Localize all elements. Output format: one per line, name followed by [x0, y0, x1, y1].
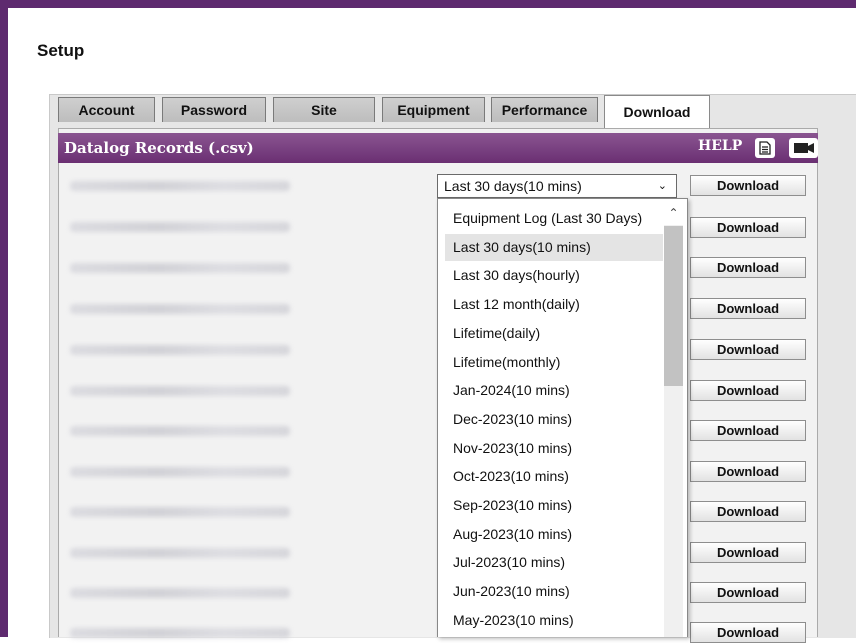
period-dropdown-list[interactable]: Equipment Log (Last 30 Days) Last 30 days…: [437, 198, 688, 637]
device-name-blurred: [70, 345, 290, 355]
help-link[interactable]: HELP: [698, 138, 742, 154]
download-button[interactable]: Download: [690, 257, 806, 278]
tab-equipment[interactable]: Equipment: [382, 97, 485, 122]
download-button[interactable]: Download: [690, 461, 806, 482]
device-name-blurred: [70, 426, 290, 436]
device-name-blurred: [70, 222, 290, 232]
device-name-blurred: [70, 507, 290, 517]
download-button[interactable]: Download: [690, 582, 806, 603]
dropdown-option[interactable]: Lifetime(monthly): [445, 349, 663, 376]
device-name-blurred: [70, 467, 290, 477]
dropdown-option[interactable]: Oct-2023(10 mins): [445, 463, 663, 490]
dropdown-option[interactable]: Last 30 days(10 mins): [445, 233, 663, 261]
panel-title: Datalog Records (.csv): [64, 139, 254, 157]
video-camera-icon[interactable]: [789, 138, 818, 158]
tab-site[interactable]: Site: [273, 97, 375, 122]
document-icon[interactable]: [755, 138, 775, 158]
page-title: Setup: [37, 41, 85, 60]
dropdown-option[interactable]: Equipment Log (Last 30 Days): [445, 205, 663, 232]
device-name-blurred: [70, 588, 290, 598]
dropdown-option[interactable]: Jul-2023(10 mins): [445, 549, 663, 576]
tab-password[interactable]: Password: [162, 97, 266, 122]
download-button[interactable]: Download: [690, 420, 806, 441]
dropdown-option[interactable]: Lifetime(daily): [445, 320, 663, 347]
device-name-blurred: [70, 304, 290, 314]
device-name-blurred: [70, 386, 290, 396]
dropdown-option[interactable]: Aug-2023(10 mins): [445, 521, 663, 548]
dropdown-scrollbar-thumb[interactable]: [664, 226, 683, 386]
dropdown-option[interactable]: Last 30 days(hourly): [445, 262, 663, 289]
device-name-blurred: [70, 181, 290, 191]
chevron-down-icon: ⌄: [657, 180, 667, 192]
dropdown-option[interactable]: Nov-2023(10 mins): [445, 435, 663, 462]
datalog-period-select[interactable]: Last 30 days(10 mins) ⌄: [437, 174, 677, 198]
device-name-blurred: [70, 263, 290, 273]
dropdown-option[interactable]: Jan-2024(10 mins): [445, 377, 663, 404]
panel-header: Datalog Records (.csv) HELP: [58, 133, 818, 163]
dropdown-option[interactable]: Dec-2023(10 mins): [445, 406, 663, 433]
download-button[interactable]: Download: [690, 542, 806, 563]
select-value: Last 30 days(10 mins): [444, 178, 582, 194]
tab-account[interactable]: Account: [58, 97, 155, 122]
dropdown-option[interactable]: Last 12 month(daily): [445, 291, 663, 318]
download-button[interactable]: Download: [690, 380, 806, 401]
download-button[interactable]: Download: [690, 298, 806, 319]
device-name-blurred: [70, 548, 290, 558]
download-button[interactable]: Download: [690, 217, 806, 238]
download-button[interactable]: Download: [690, 175, 806, 196]
tab-performance[interactable]: Performance: [491, 97, 598, 122]
download-button[interactable]: Download: [690, 339, 806, 360]
dropdown-option[interactable]: Sep-2023(10 mins): [445, 492, 663, 519]
download-button[interactable]: Download: [690, 622, 806, 643]
dropdown-option[interactable]: Jun-2023(10 mins): [445, 578, 663, 605]
scroll-up-arrow-icon[interactable]: ⌃: [664, 203, 683, 223]
download-button[interactable]: Download: [690, 501, 806, 522]
tab-download[interactable]: Download: [604, 95, 710, 128]
dropdown-option[interactable]: May-2023(10 mins): [445, 607, 663, 634]
